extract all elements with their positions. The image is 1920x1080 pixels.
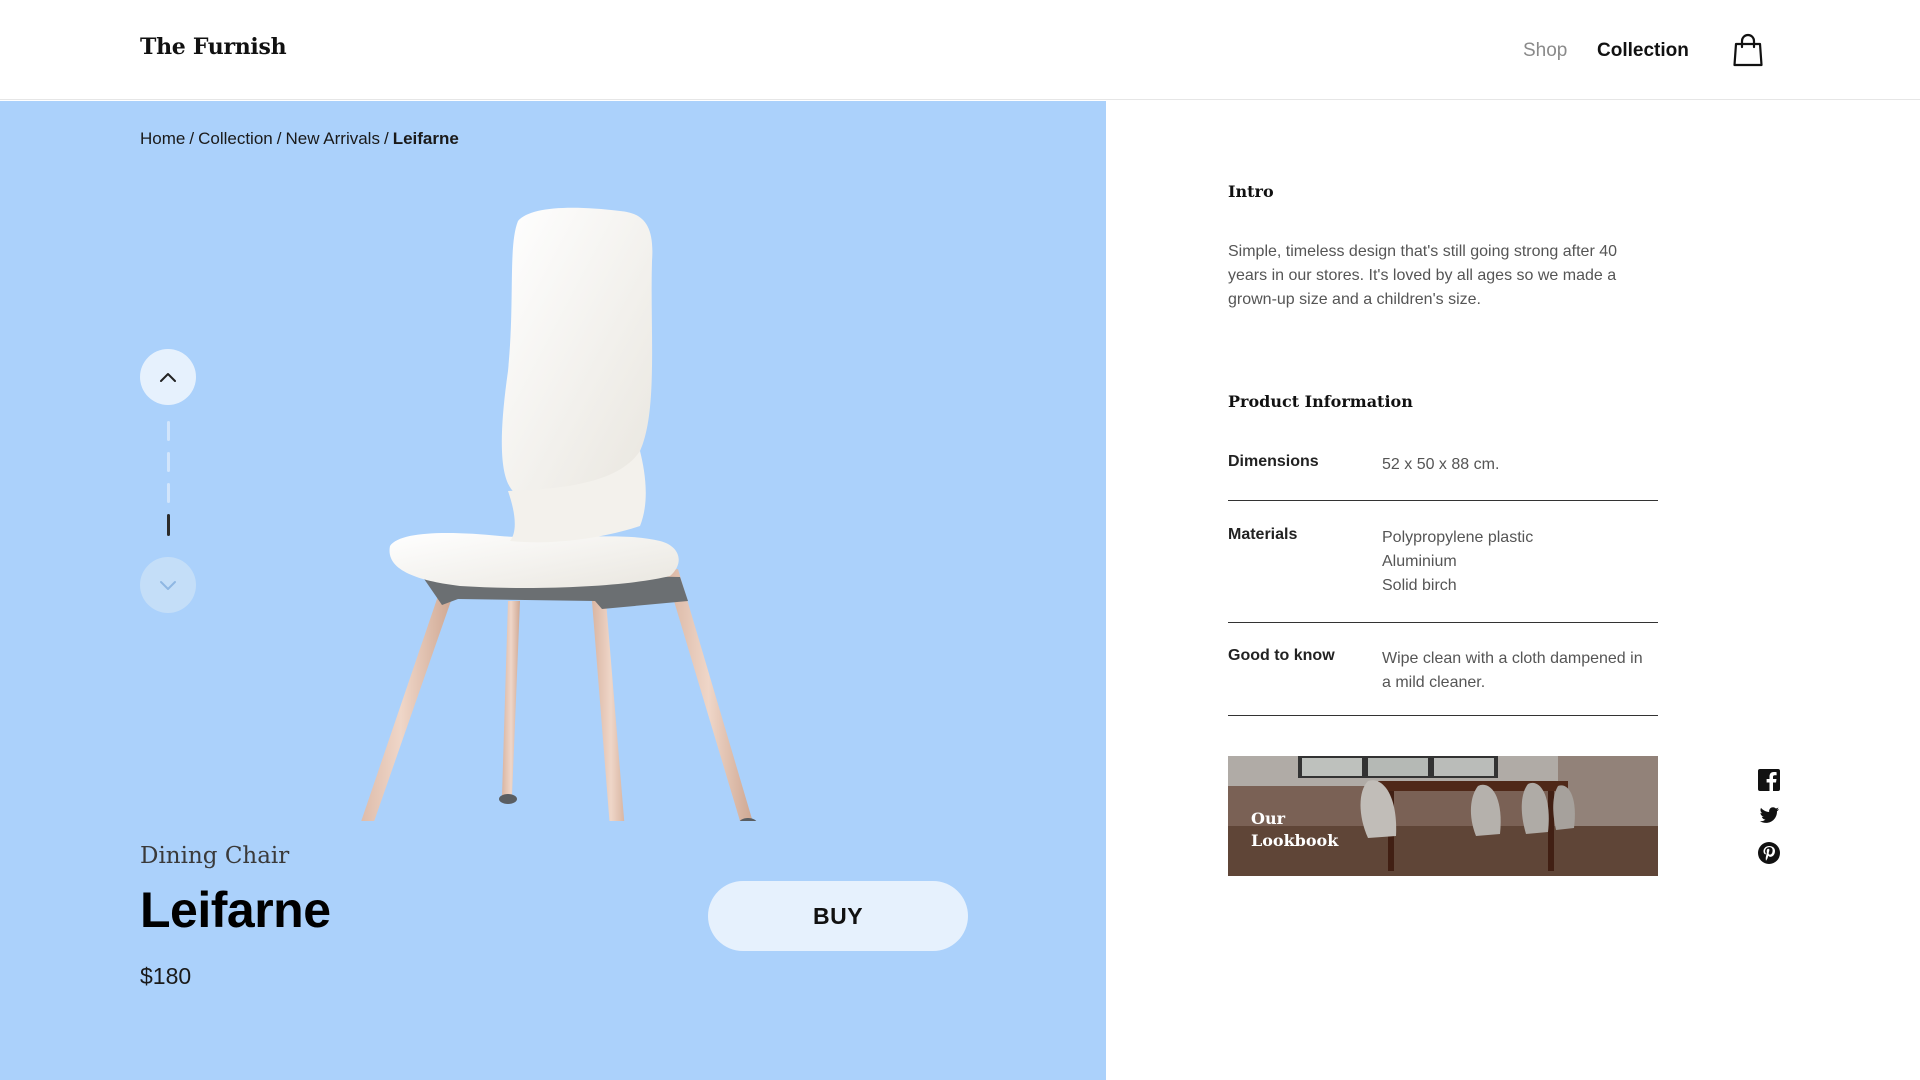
shopping-bag-icon[interactable] bbox=[1733, 33, 1763, 67]
breadcrumb-separator: / bbox=[276, 129, 282, 148]
spec-label: Good to know bbox=[1228, 647, 1335, 664]
nav-collection-link[interactable]: Collection bbox=[1597, 40, 1689, 62]
gallery-dot[interactable] bbox=[166, 452, 170, 472]
brand-logo[interactable]: The Furnish bbox=[140, 34, 287, 60]
spec-value: Wipe clean with a cloth dampened in a mi… bbox=[1382, 647, 1658, 695]
gallery-dot[interactable] bbox=[166, 421, 170, 441]
intro-text: Simple, timeless design that's still goi… bbox=[1228, 243, 1618, 308]
twitter-icon[interactable] bbox=[1758, 805, 1780, 827]
breadcrumb-separator: / bbox=[383, 129, 389, 148]
breadcrumb: Home / Collection / New Arrivals / Leifarne bbox=[140, 129, 459, 149]
spec-value-line: Polypropylene plastic bbox=[1382, 529, 1534, 546]
lookbook-title-line: Our bbox=[1251, 809, 1285, 828]
spec-row-materials: Materials Polypropylene plastic Aluminiu… bbox=[1228, 526, 1658, 623]
product-category: Dining Chair bbox=[140, 843, 290, 869]
gallery-dot-active[interactable] bbox=[166, 514, 170, 536]
breadcrumb-home[interactable]: Home bbox=[140, 129, 185, 148]
product-price: $180 bbox=[140, 963, 192, 989]
breadcrumb-current: Leifarne bbox=[392, 129, 459, 148]
chevron-down-icon bbox=[160, 581, 176, 590]
spec-row-good-to-know: Good to know Wipe clean with a cloth dam… bbox=[1228, 647, 1658, 716]
nav-shop-link[interactable]: Shop bbox=[1523, 40, 1567, 62]
lookbook-title-line: Lookbook bbox=[1251, 831, 1339, 850]
spec-value-line: Wipe clean with a cloth dampened in bbox=[1382, 650, 1643, 667]
pinterest-icon[interactable] bbox=[1758, 842, 1780, 864]
lookbook-banner[interactable]: Our Lookbook bbox=[1228, 756, 1658, 876]
gallery-next-button[interactable] bbox=[140, 557, 196, 613]
product-information-heading: Product Information bbox=[1228, 392, 1413, 411]
facebook-icon[interactable] bbox=[1758, 769, 1780, 791]
spec-value-line: a mild cleaner. bbox=[1382, 674, 1486, 691]
breadcrumb-collection[interactable]: Collection bbox=[198, 129, 273, 148]
spec-label: Materials bbox=[1228, 526, 1298, 543]
spec-value-line: Aluminium bbox=[1382, 553, 1457, 570]
spec-value-line: Solid birch bbox=[1382, 577, 1457, 594]
spec-label: Dimensions bbox=[1228, 453, 1319, 470]
intro-heading: Intro bbox=[1228, 182, 1274, 201]
spec-value: Polypropylene plastic Aluminium Solid bi… bbox=[1382, 526, 1658, 598]
product-hero: Home / Collection / New Arrivals / Leifarne bbox=[0, 101, 1106, 1080]
spec-row-dimensions: Dimensions 52 x 50 x 88 cm. bbox=[1228, 453, 1658, 501]
site-header: The Furnish Shop Collection bbox=[0, 0, 1920, 100]
gallery-indicator bbox=[165, 421, 171, 547]
breadcrumb-new-arrivals[interactable]: New Arrivals bbox=[285, 129, 379, 148]
breadcrumb-separator: / bbox=[189, 129, 195, 148]
chevron-up-icon bbox=[160, 373, 176, 382]
spec-value: 52 x 50 x 88 cm. bbox=[1382, 453, 1658, 477]
gallery-dot[interactable] bbox=[166, 483, 170, 503]
spec-value-line: 52 x 50 x 88 cm. bbox=[1382, 456, 1500, 473]
lookbook-title: Our Lookbook bbox=[1251, 808, 1361, 852]
product-title: Leifarne bbox=[140, 882, 331, 938]
buy-button[interactable]: BUY bbox=[708, 881, 968, 951]
product-image bbox=[361, 207, 757, 821]
gallery-prev-button[interactable] bbox=[140, 349, 196, 405]
